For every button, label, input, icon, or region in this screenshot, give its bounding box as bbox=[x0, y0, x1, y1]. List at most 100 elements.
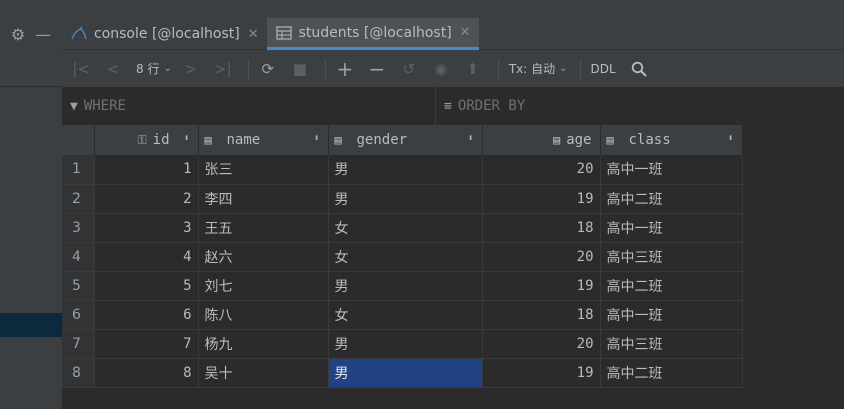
gear-icon[interactable]: ⚙ bbox=[11, 25, 25, 44]
cell-gender[interactable]: 女 bbox=[328, 213, 483, 243]
divider bbox=[0, 86, 62, 87]
cell-class[interactable]: 高中一班 bbox=[600, 300, 743, 330]
add-row-icon[interactable]: + bbox=[332, 55, 358, 83]
next-page-icon[interactable]: > bbox=[178, 55, 204, 83]
row-number[interactable]: 5 bbox=[62, 271, 95, 301]
row-number[interactable]: 3 bbox=[62, 213, 95, 243]
cell-age[interactable]: 18 bbox=[482, 213, 601, 243]
cell-gender-selected[interactable]: 男 bbox=[328, 358, 483, 388]
cell-class[interactable]: 高中二班 bbox=[600, 271, 743, 301]
cell-id[interactable]: 6 bbox=[94, 300, 199, 330]
minimize-icon[interactable]: — bbox=[35, 25, 51, 44]
first-page-icon[interactable]: |< bbox=[68, 55, 94, 83]
last-page-icon[interactable]: >| bbox=[210, 55, 236, 83]
column-header-id[interactable]: ⚿ id ⬍ bbox=[94, 125, 199, 155]
tab-label: students [@localhost] bbox=[298, 24, 452, 41]
cell-name[interactable]: 吴十 bbox=[198, 358, 329, 388]
cell-age[interactable]: 18 bbox=[482, 300, 601, 330]
filter-bar: ▼ WHERE ≡ ORDER BY bbox=[62, 87, 844, 125]
cell-gender[interactable]: 男 bbox=[328, 329, 483, 359]
cell-class[interactable]: 高中一班 bbox=[600, 155, 743, 185]
cell-gender[interactable]: 男 bbox=[328, 155, 483, 185]
delete-row-icon[interactable]: − bbox=[364, 55, 390, 83]
where-filter[interactable]: ▼ WHERE bbox=[62, 87, 436, 125]
column-icon: ▤ bbox=[606, 133, 614, 147]
cell-gender[interactable]: 男 bbox=[328, 184, 483, 214]
row-number[interactable]: 8 bbox=[62, 358, 95, 388]
cell-age[interactable]: 20 bbox=[482, 155, 601, 185]
cell-class[interactable]: 高中三班 bbox=[600, 242, 743, 272]
column-header-name[interactable]: ▤ name ⬍ bbox=[198, 125, 329, 155]
table-row[interactable]: 6 6 陈八 女 18 高中一班 bbox=[62, 300, 743, 330]
table-row[interactable]: 1 1 张三 男 20 高中一班 bbox=[62, 155, 743, 185]
table-row[interactable]: 8 8 吴十 男 19 高中二班 bbox=[62, 358, 743, 388]
column-header-gender[interactable]: ▤ gender ⬍ bbox=[328, 125, 483, 155]
column-header-class[interactable]: ▤ class ⬍ bbox=[600, 125, 743, 155]
row-number[interactable]: 2 bbox=[62, 184, 95, 214]
cell-name[interactable]: 李四 bbox=[198, 184, 329, 214]
table-row[interactable]: 5 5 刘七 男 19 高中二班 bbox=[62, 271, 743, 301]
cell-class[interactable]: 高中二班 bbox=[600, 358, 743, 388]
left-panel-toolbar: ⚙ — bbox=[0, 18, 62, 50]
cell-id[interactable]: 8 bbox=[94, 358, 199, 388]
cell-age[interactable]: 19 bbox=[482, 358, 601, 388]
cell-id[interactable]: 3 bbox=[94, 213, 199, 243]
cell-gender[interactable]: 女 bbox=[328, 242, 483, 272]
selected-tree-item[interactable] bbox=[0, 313, 62, 337]
cell-age[interactable]: 19 bbox=[482, 184, 601, 214]
sort-toggle-icon[interactable]: ⬍ bbox=[727, 133, 733, 144]
cell-id[interactable]: 5 bbox=[94, 271, 199, 301]
table-row[interactable]: 2 2 李四 男 19 高中二班 bbox=[62, 184, 743, 214]
cell-name[interactable]: 杨九 bbox=[198, 329, 329, 359]
search-icon[interactable] bbox=[626, 55, 652, 83]
column-header-age[interactable]: ▤ age bbox=[482, 125, 601, 155]
column-header-label: class bbox=[628, 132, 671, 148]
rows-count-dropdown[interactable]: 8 行 ⌄ bbox=[132, 55, 172, 83]
view-icon[interactable]: ◉ bbox=[428, 55, 454, 83]
cell-name[interactable]: 刘七 bbox=[198, 271, 329, 301]
where-label: WHERE bbox=[83, 98, 126, 114]
sort-toggle-icon[interactable]: ⬍ bbox=[313, 133, 319, 144]
rows-count-label: 8 行 bbox=[136, 62, 160, 76]
cell-id[interactable]: 2 bbox=[94, 184, 199, 214]
row-number[interactable]: 4 bbox=[62, 242, 95, 272]
sort-toggle-icon[interactable]: ⬍ bbox=[467, 133, 473, 144]
cell-class[interactable]: 高中三班 bbox=[600, 329, 743, 359]
stop-icon[interactable]: ■ bbox=[287, 55, 313, 83]
cell-gender[interactable]: 男 bbox=[328, 271, 483, 301]
table-icon bbox=[275, 25, 293, 41]
cell-age[interactable]: 20 bbox=[482, 242, 601, 272]
revert-icon[interactable]: ↺ bbox=[396, 55, 422, 83]
table-row[interactable]: 4 4 赵六 女 20 高中三班 bbox=[62, 242, 743, 272]
cell-class[interactable]: 高中一班 bbox=[600, 213, 743, 243]
row-number[interactable]: 7 bbox=[62, 329, 95, 359]
cell-gender[interactable]: 女 bbox=[328, 300, 483, 330]
order-by-filter[interactable]: ≡ ORDER BY bbox=[436, 87, 844, 125]
column-header-label: age bbox=[566, 132, 592, 148]
transaction-mode-dropdown[interactable]: Tx: 自动 ⌄ bbox=[505, 55, 568, 83]
submit-icon[interactable]: ⬆ bbox=[460, 55, 486, 83]
row-number[interactable]: 1 bbox=[62, 155, 95, 185]
close-icon[interactable]: ✕ bbox=[248, 27, 259, 42]
cell-class[interactable]: 高中二班 bbox=[600, 184, 743, 214]
tab-students[interactable]: students [@localhost] ✕ bbox=[266, 18, 479, 50]
toolbar-separator bbox=[247, 58, 249, 79]
cell-id[interactable]: 1 bbox=[94, 155, 199, 185]
cell-age[interactable]: 20 bbox=[482, 329, 601, 359]
previous-page-icon[interactable]: < bbox=[100, 55, 126, 83]
close-icon[interactable]: ✕ bbox=[460, 25, 471, 40]
sort-toggle-icon[interactable]: ⬍ bbox=[183, 133, 189, 144]
cell-name[interactable]: 陈八 bbox=[198, 300, 329, 330]
tab-console[interactable]: console [@localhost] ✕ bbox=[62, 18, 267, 50]
table-row[interactable]: 3 3 王五 女 18 高中一班 bbox=[62, 213, 743, 243]
cell-name[interactable]: 赵六 bbox=[198, 242, 329, 272]
cell-name[interactable]: 王五 bbox=[198, 213, 329, 243]
cell-age[interactable]: 19 bbox=[482, 271, 601, 301]
ddl-button[interactable]: DDL bbox=[587, 55, 620, 83]
cell-id[interactable]: 7 bbox=[94, 329, 199, 359]
table-row[interactable]: 7 7 杨九 男 20 高中三班 bbox=[62, 329, 743, 359]
refresh-icon[interactable]: ⟳ bbox=[255, 55, 281, 83]
cell-id[interactable]: 4 bbox=[94, 242, 199, 272]
row-number[interactable]: 6 bbox=[62, 300, 95, 330]
cell-name[interactable]: 张三 bbox=[198, 155, 329, 185]
